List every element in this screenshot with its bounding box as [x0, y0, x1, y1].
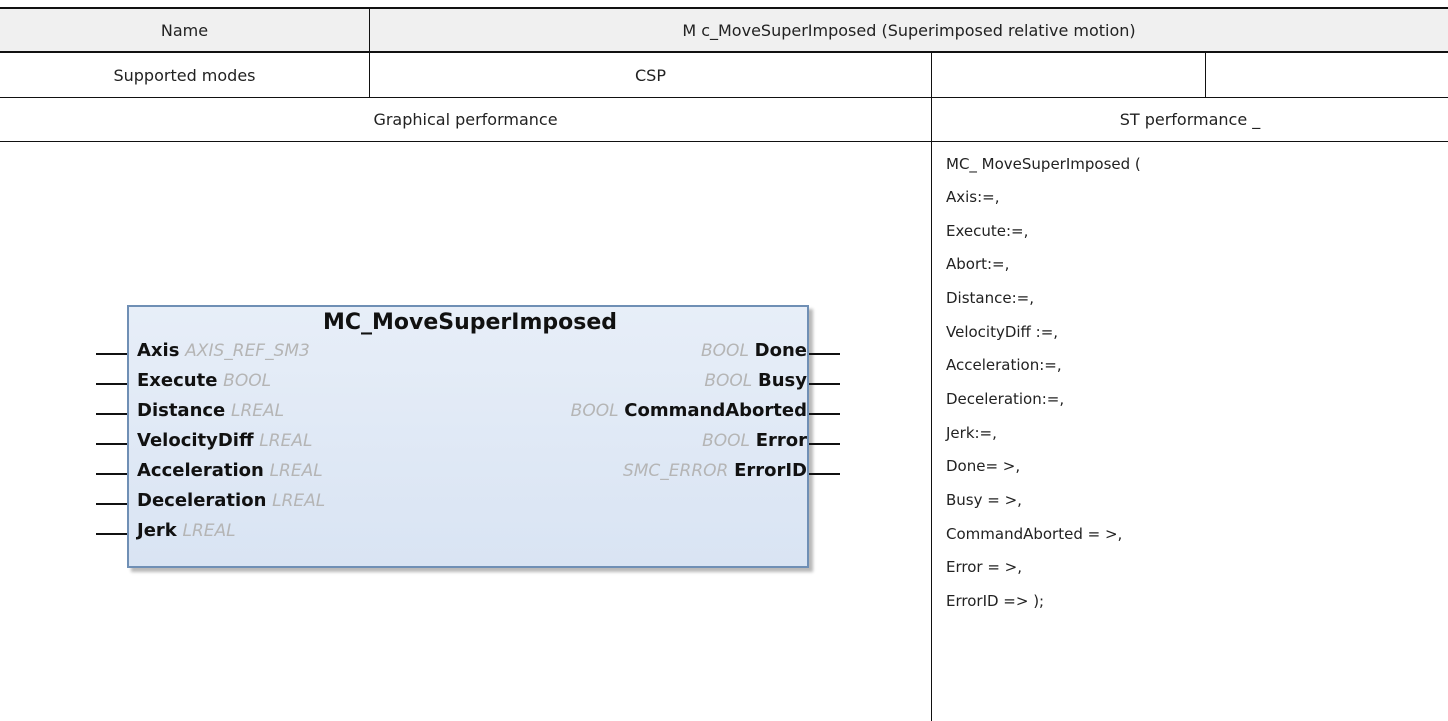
supported-modes-value: CSP — [635, 65, 666, 85]
input-connector-jerk — [96, 533, 127, 535]
input-pin-execute: Execute BOOL — [137, 370, 272, 391]
output-connector-busy — [809, 383, 840, 385]
st-line-axis: Axis:=, — [946, 188, 1000, 206]
graphical-performance-label: Graphical performance — [373, 110, 558, 129]
input-pin-axis: Axis AXIS_REF_SM3 — [137, 340, 310, 361]
output-pin-commandaborted: BOOL CommandAborted — [570, 400, 807, 421]
col-divider-2 — [931, 53, 932, 721]
st-line-commandaborted: CommandAborted = >, — [946, 525, 1123, 543]
st-line-deceleration: Deceleration:=, — [946, 390, 1065, 408]
name-value: M c_MoveSuperImposed (Superimposed relat… — [682, 20, 1136, 40]
function-block-title: MC_MoveSuperImposed — [322, 310, 618, 335]
output-pin-error: BOOL Error — [702, 430, 807, 451]
st-line-call: MC_ MoveSuperImposed ( — [946, 155, 1141, 173]
input-connector-distance — [96, 413, 127, 415]
st-line-jerk: Jerk:=, — [946, 424, 997, 442]
st-line-busy: Busy = >, — [946, 491, 1022, 509]
input-connector-execute — [96, 383, 127, 385]
st-line-acceleration: Acceleration:=, — [946, 356, 1062, 374]
input-connector-velocitydiff — [96, 443, 127, 445]
st-line-errorid: ErrorID => ); — [946, 592, 1045, 610]
input-pin-acceleration: Acceleration LREAL — [137, 460, 323, 481]
input-pin-deceleration: Deceleration LREAL — [137, 490, 326, 511]
output-connector-errorid — [809, 473, 840, 475]
st-performance-label: ST performance _ — [1119, 110, 1261, 129]
st-line-velocitydiff: VelocityDiff :=, — [946, 323, 1059, 341]
st-line-distance: Distance:=, — [946, 289, 1034, 307]
output-pin-errorid: SMC_ERROR ErrorID — [622, 460, 807, 481]
output-connector-commandaborted — [809, 413, 840, 415]
supported-modes-label: Supported modes — [113, 65, 256, 85]
input-pin-velocitydiff: VelocityDiff LREAL — [137, 430, 313, 451]
input-connector-acceleration — [96, 473, 127, 475]
output-connector-done — [809, 353, 840, 355]
output-pin-busy: BOOL Busy — [704, 370, 807, 391]
supported-modes-extra-1 — [932, 53, 1205, 97]
input-pin-jerk: Jerk LREAL — [137, 520, 236, 541]
st-line-error: Error = >, — [946, 558, 1023, 576]
supported-modes-extra-2 — [1206, 53, 1448, 97]
output-pin-done: BOOL Done — [701, 340, 807, 361]
name-label: Name — [160, 20, 209, 40]
input-connector-deceleration — [96, 503, 127, 505]
output-connector-error — [809, 443, 840, 445]
st-line-done: Done= >, — [946, 457, 1021, 475]
input-pin-distance: Distance LREAL — [137, 400, 285, 421]
perf-header-bottom-border — [0, 141, 1448, 142]
st-line-abort: Abort:=, — [946, 255, 1010, 273]
input-connector-axis — [96, 353, 127, 355]
st-line-execute: Execute:=, — [946, 222, 1029, 240]
